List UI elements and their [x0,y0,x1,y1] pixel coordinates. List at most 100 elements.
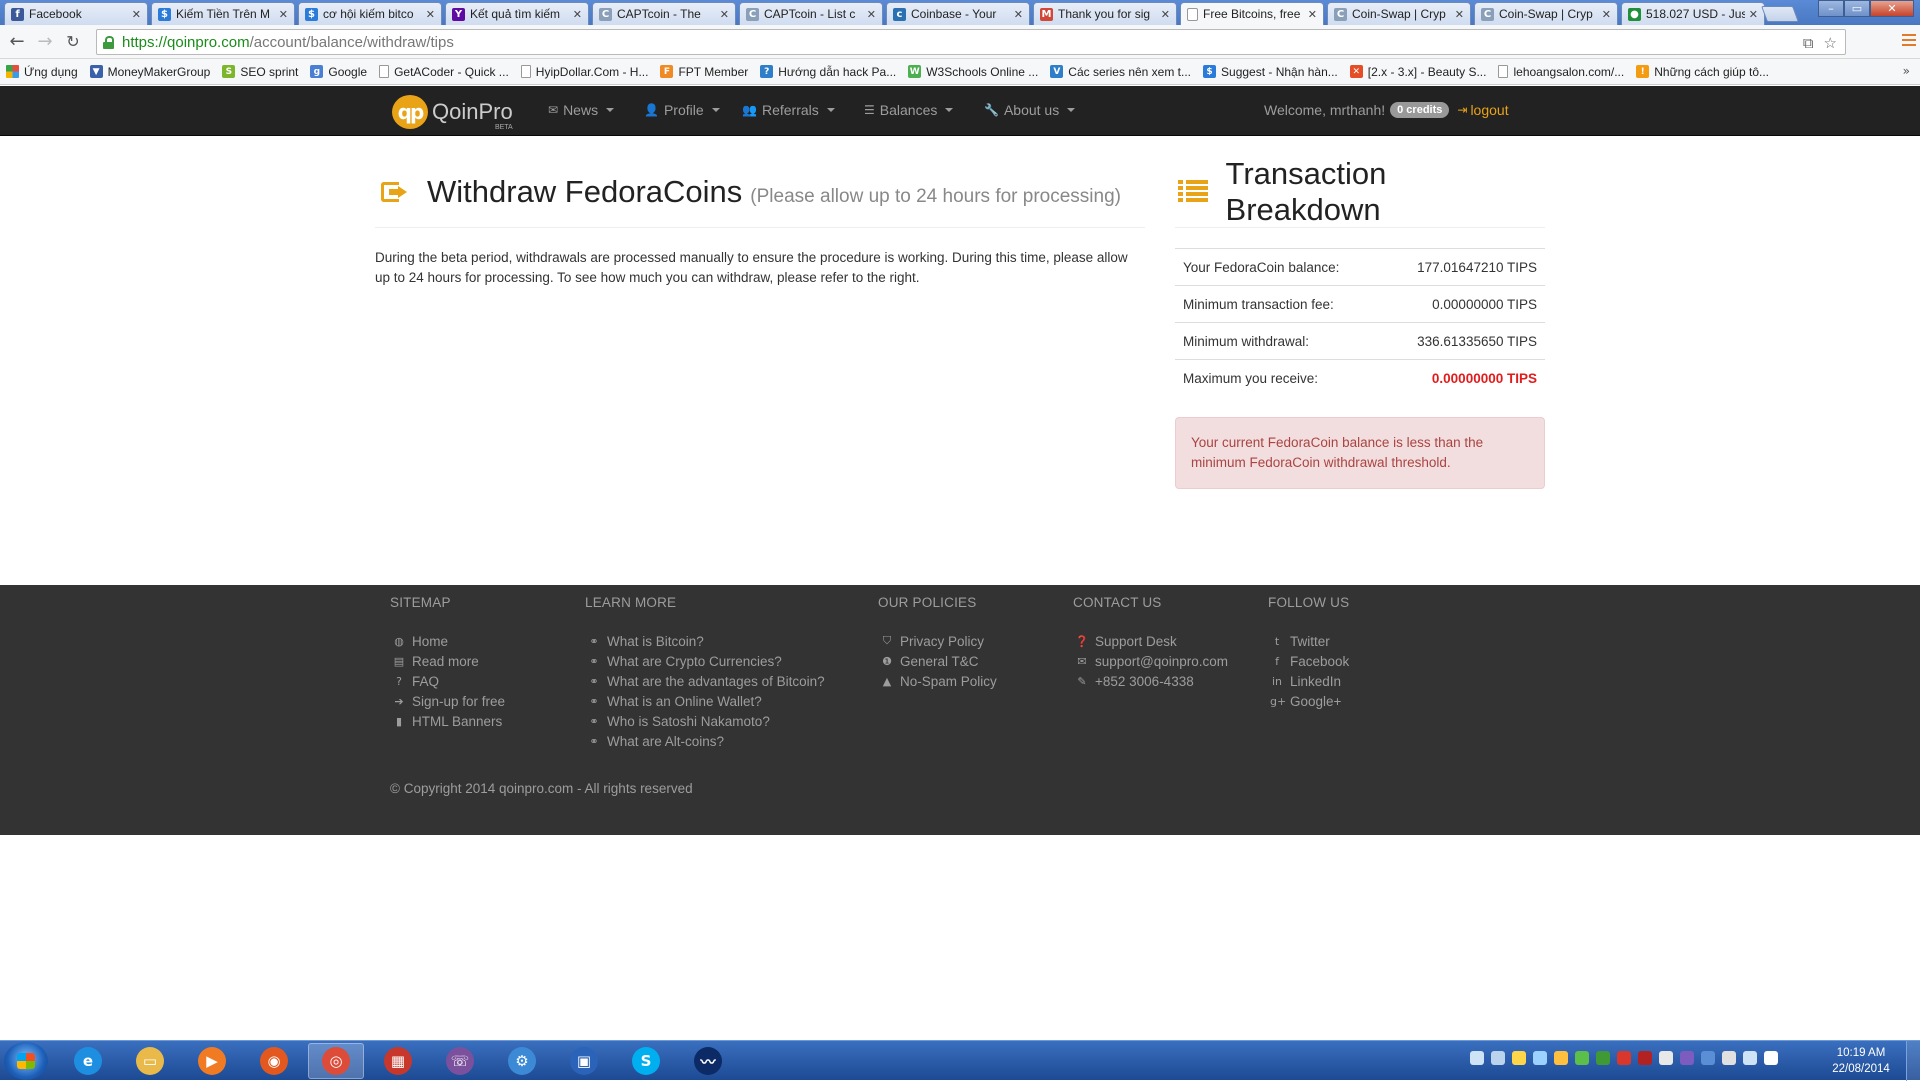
browser-tab[interactable]: Y Kết quả tìm kiếm ✕ [445,2,589,25]
tray-icon[interactable] [1680,1051,1694,1065]
footer-link[interactable]: ⚭ What are Alt-coins? [585,731,825,751]
footer-link[interactable]: ❓ Support Desk [1073,631,1228,651]
footer-link[interactable]: ⚭ What are the advantages of Bitcoin? [585,671,824,691]
footer-link[interactable]: ▲ No-Spam Policy [878,671,997,691]
more-bookmarks-icon[interactable]: » [1903,64,1910,78]
footer-link[interactable]: t Twitter [1268,631,1349,651]
browser-tab[interactable]: C CAPTcoin - The ✕ [592,2,736,25]
bookmark-item[interactable]: ✕ [2.x - 3.x] - Beauty S... [1349,65,1486,79]
nav-profile[interactable]: 👤 Profile [644,102,720,118]
bookmark-star-icon[interactable]: ☆ [1824,34,1837,52]
taskbar-chart-app[interactable]: 〰 [680,1043,736,1079]
tray-icon[interactable] [1596,1051,1610,1065]
minimize-button[interactable]: – [1818,0,1844,17]
nav-balances[interactable]: ☰ Balances [864,102,954,118]
qoinpro-logo[interactable]: qp QoinPro BETA [392,94,513,131]
browser-tab[interactable]: $ cơ hội kiếm bitco ✕ [298,2,442,25]
close-tab-icon[interactable]: ✕ [720,8,729,21]
taskbar-remote-app[interactable]: ▣ [556,1043,612,1079]
close-tab-icon[interactable]: ✕ [426,8,435,21]
browser-tab[interactable]: $ Kiếm Tiền Trên M ✕ [151,2,295,25]
footer-link[interactable]: ? FAQ [390,671,505,691]
taskbar-app-red[interactable]: ▦ [370,1043,426,1079]
bookmark-item[interactable]: ! Những cách giúp tô... [1636,65,1769,79]
tray-icon[interactable] [1491,1051,1505,1065]
footer-link[interactable]: ⚭ Who is Satoshi Nakamoto? [585,711,825,731]
browser-tab[interactable]: ● 518.027 USD - Just ✕ [1621,2,1765,25]
show-desktop-button[interactable] [1906,1041,1920,1081]
forward-icon[interactable]: → [34,31,56,53]
close-button[interactable]: ✕ [1870,0,1914,17]
footer-link[interactable]: f Facebook [1268,651,1349,671]
tray-icon[interactable] [1470,1051,1484,1065]
tray-icon[interactable] [1575,1051,1589,1065]
close-tab-icon[interactable]: ✕ [279,8,288,21]
bookmark-item[interactable]: W W3Schools Online ... [908,65,1038,79]
close-tab-icon[interactable]: ✕ [867,8,876,21]
chrome-menu-icon[interactable] [1902,34,1916,48]
footer-link[interactable]: ⛉ Privacy Policy [878,631,997,651]
tray-icon[interactable] [1512,1051,1526,1065]
taskbar-chrome[interactable]: ◎ [308,1043,364,1079]
bookmark-item[interactable]: HyipDollar.Com - H... [520,65,648,79]
tray-icon[interactable] [1764,1051,1778,1065]
close-tab-icon[interactable]: ✕ [1749,8,1758,21]
browser-tab[interactable]: c Coinbase - Your ✕ [886,2,1030,25]
close-tab-icon[interactable]: ✕ [1308,8,1317,21]
footer-link[interactable]: ▮ HTML Banners [390,711,505,731]
close-tab-icon[interactable]: ✕ [573,8,582,21]
close-tab-icon[interactable]: ✕ [1602,8,1611,21]
start-button[interactable] [4,1042,48,1080]
bookmark-item[interactable]: $ Suggest - Nhận hàn... [1203,65,1338,79]
bookmark-item[interactable]: lehoangsalon.com/... [1498,65,1624,79]
tray-icon[interactable] [1533,1051,1547,1065]
nav-news[interactable]: ✉ News [548,102,615,118]
tray-icon[interactable] [1701,1051,1715,1065]
tray-icon[interactable] [1743,1051,1757,1065]
taskbar-skype[interactable]: S [618,1043,674,1079]
nav-about-us[interactable]: 🔧 About us [984,102,1076,118]
taskbar-firefox[interactable]: ◉ [246,1043,302,1079]
tray-icon[interactable] [1659,1051,1673,1065]
bookmark-item[interactable]: S SEO sprint [222,65,298,79]
close-tab-icon[interactable]: ✕ [132,8,141,21]
browser-tab[interactable]: M Thank you for sig ✕ [1033,2,1177,25]
bookmark-apps[interactable]: Ứng dụng [6,65,78,79]
back-icon[interactable]: ← [6,31,28,53]
close-tab-icon[interactable]: ✕ [1161,8,1170,21]
bookmark-item[interactable]: V Các series nên xem t... [1050,65,1191,79]
new-tab-button[interactable] [1761,6,1799,22]
footer-link[interactable]: ❶ General T&C [878,651,997,671]
footer-link[interactable]: ⚭ What are Crypto Currencies? [585,651,825,671]
system-clock[interactable]: 10:19 AM 22/08/2014 [1826,1045,1896,1077]
tray-icon[interactable] [1638,1051,1652,1065]
bookmark-item[interactable]: F FPT Member [660,65,748,79]
bookmark-item[interactable]: g Google [310,65,367,79]
taskbar-network-app[interactable]: ⚙ [494,1043,550,1079]
tray-icon[interactable] [1722,1051,1736,1065]
bookmark-item[interactable]: ▼ MoneyMakerGroup [89,65,210,79]
close-tab-icon[interactable]: ✕ [1455,8,1464,21]
nav-referrals[interactable]: 👥 Referrals [742,102,835,118]
footer-link[interactable]: ➔ Sign-up for free [390,691,505,711]
taskbar-ie[interactable]: e [60,1043,116,1079]
footer-link[interactable]: in LinkedIn [1268,671,1349,691]
browser-tab[interactable]: C CAPTcoin - List c ✕ [739,2,883,25]
browser-tab[interactable]: Free Bitcoins, free ✕ [1180,2,1324,25]
address-bar[interactable]: https://qoinpro.com/account/balance/with… [96,29,1846,55]
translate-icon[interactable]: ⧉ [1803,34,1814,52]
footer-link[interactable]: ✎ +852 3006-4338 [1073,671,1228,691]
browser-tab[interactable]: C Coin-Swap | Cryp ✕ [1327,2,1471,25]
logout-link[interactable]: ⇥ logout [1457,102,1508,118]
footer-link[interactable]: g+ Google+ [1268,691,1349,711]
footer-link[interactable]: ◍ Home [390,631,505,651]
taskbar-explorer[interactable]: ▭ [122,1043,178,1079]
tray-icon[interactable] [1554,1051,1568,1065]
browser-tab[interactable]: C Coin-Swap | Cryp ✕ [1474,2,1618,25]
maximize-button[interactable]: ▭ [1844,0,1870,17]
bookmark-item[interactable]: ? Hướng dẫn hack Pa... [760,65,896,79]
footer-link[interactable]: ⚭ What is an Online Wallet? [585,691,825,711]
browser-tab[interactable]: f Facebook ✕ [4,2,148,25]
tray-icon[interactable] [1617,1051,1631,1065]
reload-icon[interactable]: ↻ [62,31,84,53]
